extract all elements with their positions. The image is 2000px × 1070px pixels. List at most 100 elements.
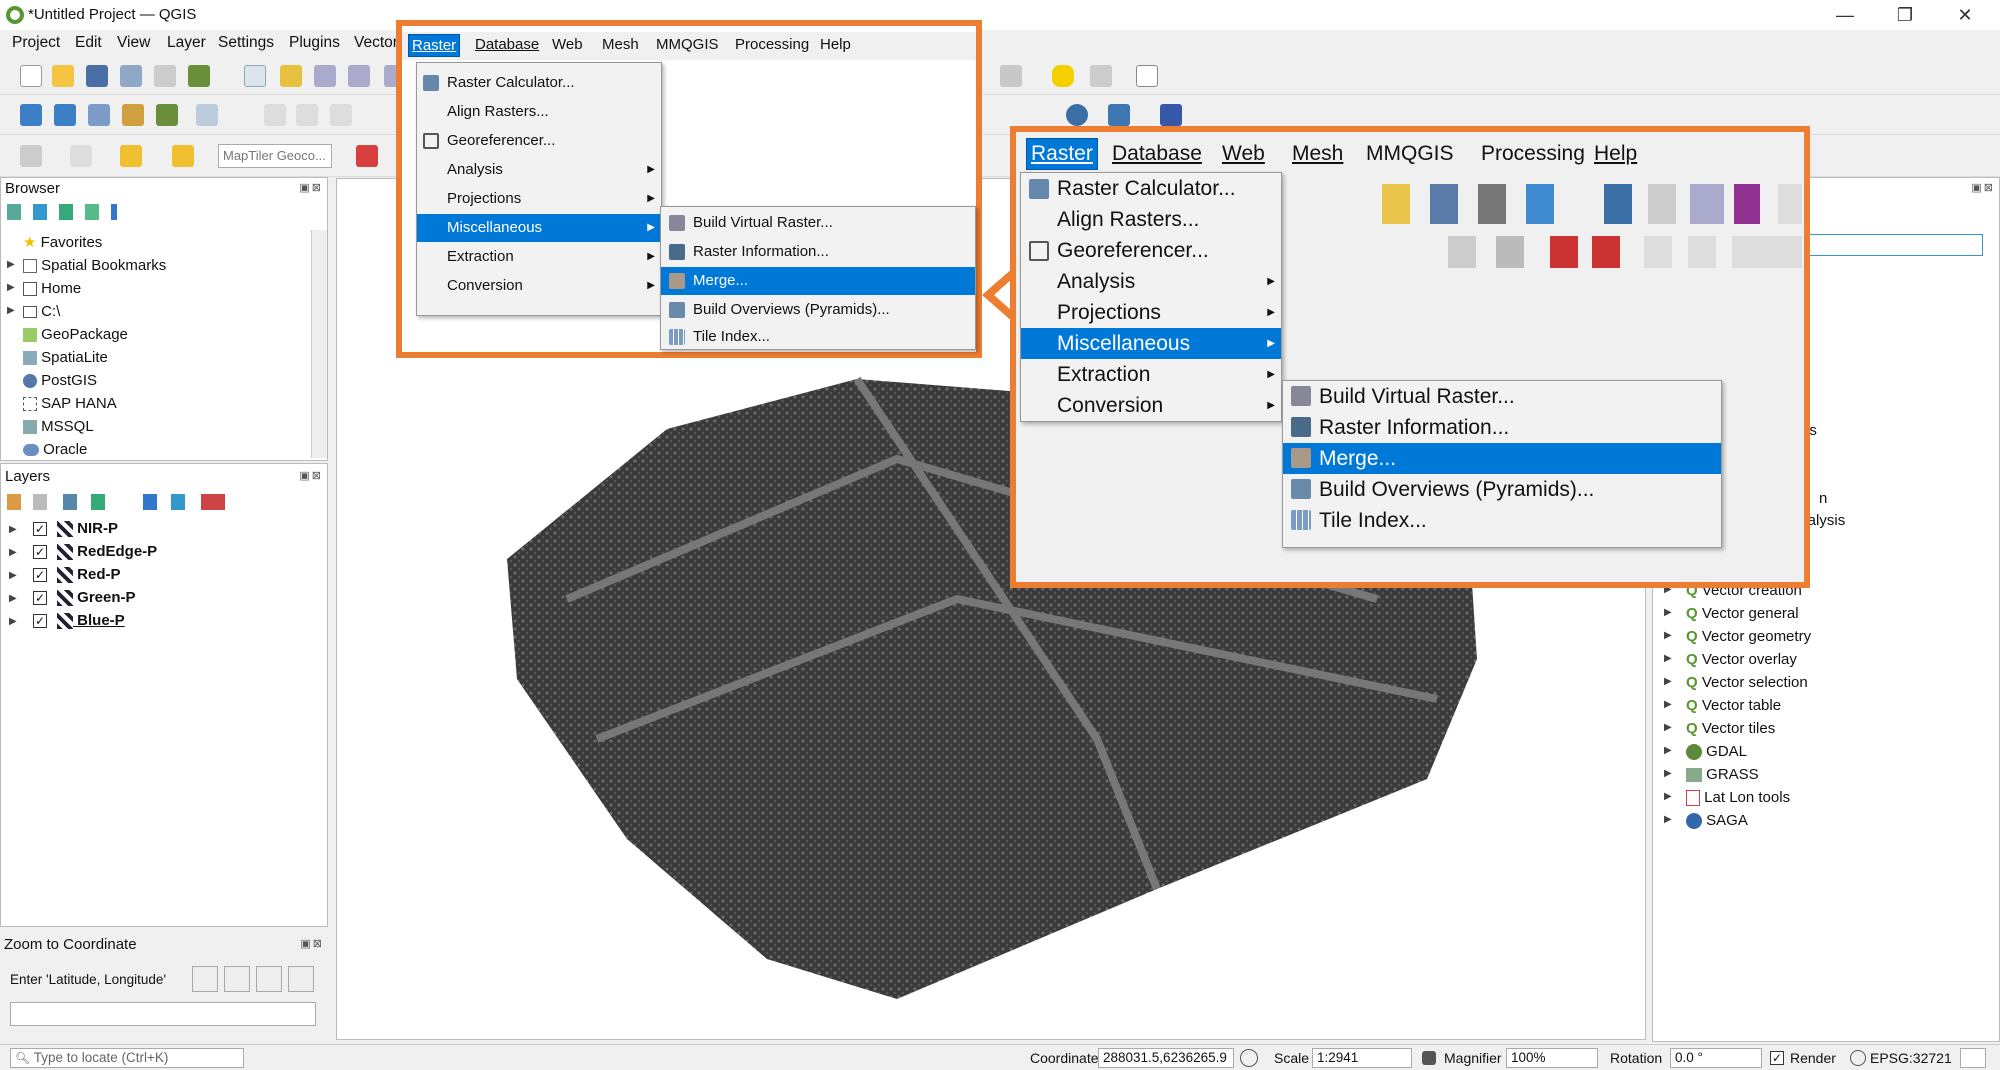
close-button[interactable]: ✕ xyxy=(1936,0,1994,30)
zoomed-item-raster-calculator[interactable]: Raster Calculator... xyxy=(1021,173,1281,204)
menu-item-conversion[interactable]: Conversion ▶ xyxy=(417,272,661,300)
deselect-icon[interactable] xyxy=(120,145,142,167)
zoomed-item-build-overviews[interactable]: Build Overviews (Pyramids)... xyxy=(1283,474,1721,505)
toolbox-item-vector-table[interactable]: Q Vector table xyxy=(1686,695,1781,717)
toolbox-item-vector-general[interactable]: Q Vector general xyxy=(1686,603,1799,625)
add-layer-icon[interactable] xyxy=(20,104,42,126)
browser-item-oracle[interactable]: Oracle xyxy=(23,439,87,461)
zoomed-menu-web[interactable]: Web xyxy=(1222,142,1265,166)
globe-icon[interactable] xyxy=(1066,104,1088,126)
add-wms-icon[interactable] xyxy=(122,104,144,126)
rotation-spinbox[interactable]: 0.0 ° xyxy=(1670,1048,1762,1068)
toolbox-item-latlon[interactable]: Lat Lon tools xyxy=(1686,787,1790,809)
dock-buttons-icon[interactable]: ▣⊠ xyxy=(1971,181,1995,194)
render-checkbox[interactable]: ✓ xyxy=(1770,1051,1784,1065)
new-project-icon[interactable] xyxy=(20,65,42,87)
zoomed-item-analysis[interactable]: Analysis ▶ xyxy=(1021,266,1281,297)
menu-item-align-rasters[interactable]: Align Rasters... xyxy=(417,98,661,126)
menu-processing[interactable]: Processing xyxy=(735,36,809,53)
toolbox-search-input[interactable] xyxy=(1783,234,1983,256)
browser-scrollbar[interactable] xyxy=(311,230,327,458)
zoomed-item-tile-index[interactable]: Tile Index... xyxy=(1283,505,1721,536)
menu-raster[interactable]: Raster xyxy=(408,34,461,57)
zoomed-item-merge[interactable]: Merge... xyxy=(1283,443,1721,474)
text-annotation-icon[interactable] xyxy=(1136,65,1158,87)
menu-project[interactable]: Project xyxy=(12,34,60,52)
dock-buttons-icon[interactable]: ▣⊠ xyxy=(299,181,323,194)
menu-edit[interactable]: Edit xyxy=(75,34,102,52)
open-project-icon[interactable] xyxy=(52,65,74,87)
toolbox-item-grass[interactable]: GRASS xyxy=(1686,764,1759,786)
menu-item-raster-calculator[interactable]: Raster Calculator... xyxy=(417,69,661,97)
menu-item-tile-index[interactable]: Tile Index... xyxy=(661,325,975,349)
zoomed-item-raster-information[interactable]: Raster Information... xyxy=(1283,412,1721,443)
layer-item[interactable]: RedEdge-P xyxy=(57,541,157,563)
save-edits-icon[interactable] xyxy=(330,104,352,126)
layer-item[interactable]: Red-P xyxy=(57,564,121,586)
toolbox-item-gdal[interactable]: GDAL xyxy=(1686,741,1747,763)
browser-item-bookmarks[interactable]: Spatial Bookmarks xyxy=(23,255,166,277)
scale-combobox[interactable]: 1:2941 xyxy=(1312,1048,1412,1068)
clipboard-icon[interactable] xyxy=(224,966,250,992)
magnifier-spinbox[interactable]: 100% xyxy=(1506,1048,1598,1068)
menu-view[interactable]: View xyxy=(117,34,150,52)
layer-item[interactable]: NIR-P xyxy=(57,518,118,540)
edit-icon[interactable] xyxy=(264,104,286,126)
menu-vector[interactable]: Vector xyxy=(354,34,398,52)
lock-icon[interactable] xyxy=(1422,1051,1436,1065)
add-raster-icon[interactable] xyxy=(54,104,76,126)
toggle-extents-icon[interactable] xyxy=(1240,1049,1258,1067)
zoom-out-icon[interactable] xyxy=(348,65,370,87)
help-icon[interactable] xyxy=(1160,104,1182,126)
menu-item-merge[interactable]: Merge... xyxy=(661,267,975,295)
save-as-icon[interactable] xyxy=(120,65,142,87)
locator-search-input[interactable]: 🔍︎ Type to locate (Ctrl+K) xyxy=(10,1048,244,1068)
settings-icon[interactable] xyxy=(256,966,282,992)
menu-mmqgis[interactable]: MMQGIS xyxy=(656,36,719,53)
layer-checkbox[interactable]: ✓ xyxy=(33,614,47,628)
zoomed-item-conversion[interactable]: Conversion ▶ xyxy=(1021,390,1281,421)
restore-button[interactable]: ❐ xyxy=(1876,0,1934,30)
dock-buttons-icon[interactable]: ▣⊠ xyxy=(299,469,323,482)
menu-item-build-virtual-raster[interactable]: Build Virtual Raster... xyxy=(661,209,975,237)
menu-item-georeferencer[interactable]: Georeferencer... xyxy=(417,127,661,155)
menu-item-miscellaneous[interactable]: Miscellaneous ▶ xyxy=(417,214,661,242)
layer-item[interactable]: Green-P xyxy=(57,587,136,609)
coordinate-field[interactable]: 288031.5,6236265.9 xyxy=(1098,1048,1234,1068)
menu-item-projections[interactable]: Projections ▶ xyxy=(417,185,661,213)
menu-item-extraction[interactable]: Extraction ▶ xyxy=(417,243,661,271)
dock-buttons-icon[interactable]: ▣⊠ xyxy=(300,937,324,950)
coordinate-input[interactable] xyxy=(10,1002,316,1026)
save-project-icon[interactable] xyxy=(86,65,108,87)
zoomed-menu-mesh[interactable]: Mesh xyxy=(1292,142,1343,166)
new-shapefile-icon[interactable] xyxy=(196,104,218,126)
menu-plugins[interactable]: Plugins xyxy=(289,34,340,52)
toolbox-item-saga[interactable]: SAGA xyxy=(1686,810,1748,832)
layer-checkbox[interactable]: ✓ xyxy=(33,522,47,536)
toolbox-item-vector-selection[interactable]: Q Vector selection xyxy=(1686,672,1808,694)
clear-icon[interactable] xyxy=(288,966,314,992)
style-manager-icon[interactable] xyxy=(188,65,210,87)
browser-item-home[interactable]: Home xyxy=(23,278,81,300)
print-layout-icon[interactable] xyxy=(154,65,176,87)
browser-item-c-drive[interactable]: C:\ xyxy=(23,301,60,323)
zoomed-item-align-rasters[interactable]: Align Rasters... xyxy=(1021,204,1281,235)
browser-item-postgis[interactable]: PostGIS xyxy=(23,370,97,392)
zoomed-menu-processing[interactable]: Processing xyxy=(1481,142,1585,166)
menu-item-raster-information[interactable]: Raster Information... xyxy=(661,238,975,266)
browser-item-geopackage[interactable]: GeoPackage xyxy=(23,324,128,346)
zoomed-menu-raster[interactable]: Raster xyxy=(1026,138,1098,170)
menu-help[interactable]: Help xyxy=(820,36,851,53)
zoomed-item-extraction[interactable]: Extraction ▶ xyxy=(1021,359,1281,390)
menu-layer[interactable]: Layer xyxy=(167,34,206,52)
pin-icon[interactable] xyxy=(172,145,194,167)
zoomed-item-miscellaneous[interactable]: Miscellaneous ▶ xyxy=(1021,328,1281,359)
pan-icon[interactable] xyxy=(244,65,266,87)
select-features-icon[interactable] xyxy=(20,145,42,167)
python-icon[interactable] xyxy=(1108,104,1130,126)
select-value-icon[interactable] xyxy=(70,145,92,167)
layer-checkbox[interactable]: ✓ xyxy=(33,568,47,582)
zoom-in-icon[interactable] xyxy=(314,65,336,87)
zoomed-item-build-virtual-raster[interactable]: Build Virtual Raster... xyxy=(1283,381,1721,412)
layer-item-active[interactable]: Blue-P xyxy=(57,610,125,632)
